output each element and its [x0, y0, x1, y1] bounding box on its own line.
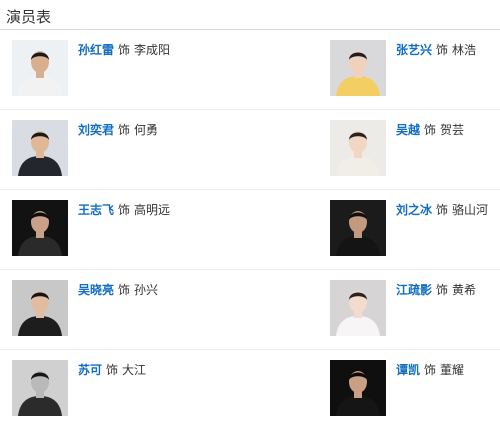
- cast-row: 孙红雷饰李成阳 张艺兴饰林浩: [0, 30, 500, 110]
- role-name: 林浩: [452, 43, 477, 57]
- actor-photo[interactable]: [12, 120, 68, 176]
- cast-list-title: 演员表: [6, 9, 52, 26]
- as-label: 饰: [118, 123, 131, 137]
- as-label: 饰: [118, 203, 131, 217]
- actor-name-link[interactable]: 孙红雷: [78, 43, 114, 57]
- actor-name-link[interactable]: 王志飞: [78, 203, 114, 217]
- cast-row: 苏可饰大江 谭凯饰董耀: [0, 350, 500, 423]
- cast-caption: 吴越饰贺芸: [396, 122, 464, 138]
- cast-caption: 刘之冰饰骆山河: [396, 202, 488, 218]
- cast-row: 吴晓亮饰孙兴 江疏影饰黄希: [0, 270, 500, 350]
- cast-row: 刘奕君饰何勇 吴越饰贺芸: [0, 110, 500, 190]
- role-name: 高明远: [134, 203, 171, 217]
- actor-photo[interactable]: [12, 280, 68, 336]
- cast-caption: 孙红雷饰李成阳: [78, 42, 170, 58]
- as-label: 饰: [118, 43, 131, 57]
- role-name: 孙兴: [134, 283, 159, 297]
- actor-name-link[interactable]: 刘奕君: [78, 123, 114, 137]
- role-name: 黄希: [452, 283, 477, 297]
- actor-photo[interactable]: [330, 120, 386, 176]
- actor-photo[interactable]: [330, 40, 386, 96]
- actor-photo[interactable]: [12, 200, 68, 256]
- role-name: 董耀: [440, 363, 465, 377]
- actor-name-link[interactable]: 谭凯: [396, 363, 420, 377]
- actor-name-link[interactable]: 张艺兴: [396, 43, 432, 57]
- cast-caption: 苏可饰大江: [78, 362, 146, 378]
- actor-name-link[interactable]: 吴越: [396, 123, 420, 137]
- cast-caption: 张艺兴饰林浩: [396, 42, 476, 58]
- actor-photo[interactable]: [330, 360, 386, 416]
- role-name: 李成阳: [134, 43, 171, 57]
- cast-caption: 刘奕君饰何勇: [78, 122, 158, 138]
- actor-photo[interactable]: [12, 40, 68, 96]
- as-label: 饰: [424, 363, 437, 377]
- role-name: 大江: [122, 363, 147, 377]
- cast-caption: 江疏影饰黄希: [396, 282, 476, 298]
- as-label: 饰: [118, 283, 131, 297]
- role-name: 贺芸: [440, 123, 465, 137]
- cast-grid: 孙红雷饰李成阳 张艺兴饰林浩 刘奕君饰何勇 吴越饰贺芸 王志飞饰高明远 刘之冰饰骆山河 吴晓…: [0, 30, 500, 423]
- as-label: 饰: [424, 123, 437, 137]
- actor-name-link[interactable]: 吴晓亮: [78, 283, 114, 297]
- as-label: 饰: [436, 203, 449, 217]
- role-name: 何勇: [134, 123, 159, 137]
- cast-row: 王志飞饰高明远 刘之冰饰骆山河: [0, 190, 500, 270]
- as-label: 饰: [436, 283, 449, 297]
- actor-name-link[interactable]: 江疏影: [396, 283, 432, 297]
- cast-caption: 王志飞饰高明远: [78, 202, 170, 218]
- actor-photo[interactable]: [330, 280, 386, 336]
- cast-caption: 吴晓亮饰孙兴: [78, 282, 158, 298]
- as-label: 饰: [106, 363, 119, 377]
- actor-photo[interactable]: [330, 200, 386, 256]
- actor-name-link[interactable]: 刘之冰: [396, 203, 432, 217]
- as-label: 饰: [436, 43, 449, 57]
- actor-photo[interactable]: [12, 360, 68, 416]
- role-name: 骆山河: [452, 203, 489, 217]
- cast-caption: 谭凯饰董耀: [396, 362, 464, 378]
- actor-name-link[interactable]: 苏可: [78, 363, 102, 377]
